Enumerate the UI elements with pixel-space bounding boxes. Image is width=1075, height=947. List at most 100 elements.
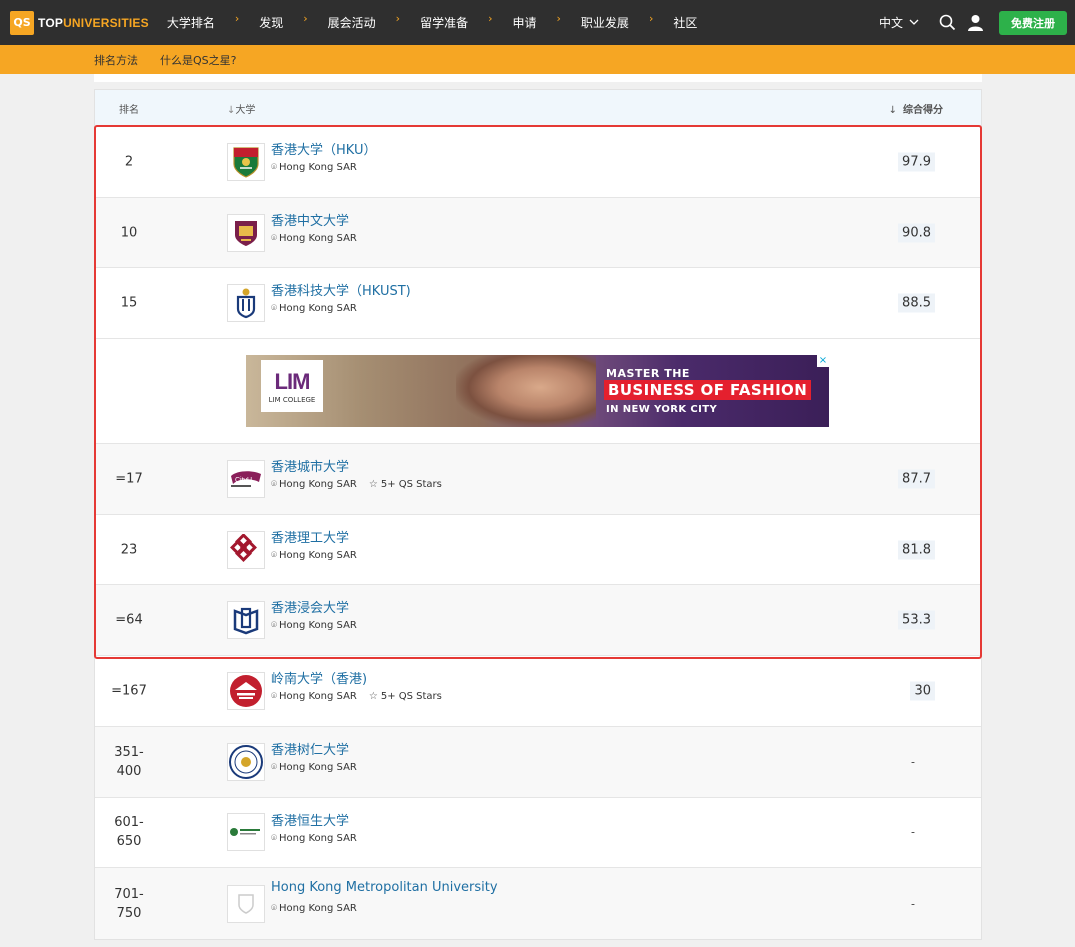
university-meta: ⌾ Hong Kong SAR ☆ 5+ QS Stars — [271, 691, 442, 702]
university-name-link[interactable]: 香港中文大学 — [271, 210, 349, 229]
advertisement-row: LIM LIM COLLEGE MASTER THE BUSINESS OF F… — [95, 339, 981, 445]
rank-value: 15 — [120, 295, 138, 311]
rank-value: 23 — [120, 542, 138, 558]
hku-crest-icon[interactable] — [227, 142, 265, 181]
polyu-logo-icon[interactable] — [227, 530, 265, 569]
table-header: 排名 ↓大学 ↓ 综合得分 — [95, 90, 981, 127]
signup-button[interactable]: 免费注册 — [999, 10, 1067, 35]
location-text: Hong Kong SAR — [279, 620, 357, 632]
location-pin-icon: ⌾ — [271, 620, 277, 632]
nav-item-prepare[interactable]: 留学准备 — [420, 14, 468, 31]
table-row[interactable]: =17 CityU 香港城市大学 ⌾ Hong Kong SAR ☆ 5+ QS … — [95, 444, 981, 515]
table-row[interactable]: 351- 400 香港树仁大学 ⌾ Hong Kong SAR - — [95, 726, 981, 798]
chevron-down-icon — [909, 17, 919, 28]
nav-item-community[interactable]: 社区 — [673, 14, 697, 31]
sort-arrow-icon: ↓ — [888, 104, 897, 116]
university-name-link[interactable]: 香港科技大学（HKUST) — [271, 280, 411, 299]
university-name-link[interactable]: 香港城市大学 — [271, 456, 349, 475]
location-pin-icon: ⌾ — [271, 549, 277, 561]
rank-value: =17 — [115, 471, 143, 487]
overall-score: 30 — [910, 681, 935, 701]
overall-score: 90.8 — [898, 223, 935, 243]
hksyu-seal-icon[interactable] — [227, 742, 265, 781]
overall-score: 88.5 — [898, 293, 935, 313]
university-meta: ⌾ Hong Kong SAR ☆ 5+ QS Stars — [271, 479, 442, 490]
location-text: Hong Kong SAR — [279, 903, 357, 915]
lingnan-logo-icon[interactable] — [227, 671, 265, 710]
rank-value: 601- 650 — [114, 815, 144, 850]
table-row[interactable]: 23 香港理工大学 ⌾ Hong Kong SAR 81.8 — [95, 515, 981, 586]
top-navigation-bar: QS TOPUNIVERSITIES 大学排名 › 发现 › 展会活动 › 留学… — [0, 0, 1075, 45]
overall-score: 53.3 — [898, 610, 935, 630]
overall-score: 87.7 — [898, 469, 935, 489]
score-column-header[interactable]: ↓ 综合得分 — [889, 101, 943, 116]
star-icon: ☆ — [368, 691, 378, 703]
location-text: Hong Kong SAR — [279, 162, 357, 173]
university-column-header[interactable]: ↓大学 — [227, 101, 255, 116]
university-name-link[interactable]: 香港大学（HKU） — [271, 139, 376, 158]
nav-item-apply[interactable]: 申请 — [513, 14, 537, 31]
location-pin-icon: ⌾ — [271, 832, 277, 844]
hkbu-logo-icon[interactable] — [227, 601, 265, 640]
content-top-strip — [94, 74, 982, 82]
university-name-link[interactable]: 香港理工大学 — [271, 527, 349, 546]
table-row[interactable]: =167 岭南大学（香港) ⌾ Hong Kong SAR ☆ 5+ QS Sta… — [95, 656, 981, 727]
rank-value: 10 — [120, 225, 138, 241]
ad-headline-1: MASTER THE — [606, 367, 690, 381]
hsuhk-logo-icon[interactable] — [227, 813, 265, 852]
university-name-link[interactable]: 香港恒生大学 — [271, 810, 349, 829]
university-name-link[interactable]: Hong Kong Metropolitan University — [271, 880, 498, 895]
location-pin-icon: ⌾ — [271, 761, 277, 773]
location-text: Hong Kong SAR — [279, 832, 357, 844]
overall-score: - — [911, 755, 915, 769]
nav-separator-icon: › — [234, 12, 240, 25]
subnav-qs-stars-link[interactable]: 什么是QS之星? — [160, 52, 236, 68]
university-meta: ⌾ Hong Kong SAR — [271, 620, 357, 631]
lim-college-logo: LIM LIM COLLEGE — [261, 360, 323, 413]
nav-separator-icon: › — [395, 12, 401, 25]
table-row[interactable]: 601- 650 香港恒生大学 ⌾ Hong Kong SAR - — [95, 798, 981, 869]
svg-text:CityU: CityU — [235, 477, 252, 484]
nav-item-events[interactable]: 展会活动 — [328, 14, 376, 31]
ad-close-icon[interactable]: × — [817, 355, 829, 368]
location-pin-icon: ⌾ — [271, 162, 277, 173]
university-name-link[interactable]: 香港树仁大学 — [271, 739, 349, 758]
table-row[interactable]: =64 香港浸会大学 ⌾ Hong Kong SAR 53.3 — [95, 585, 981, 657]
qs-stars-badge[interactable]: ☆ 5+ QS Stars — [369, 479, 442, 490]
rank-value: 351- 400 — [114, 744, 144, 779]
university-meta: ⌾ Hong Kong SAR — [271, 550, 357, 561]
nav-item-rankings[interactable]: 大学排名 — [167, 14, 215, 31]
rank-value: 2 — [124, 154, 134, 170]
language-label: 中文 — [878, 16, 903, 30]
cuhk-crest-icon[interactable] — [227, 213, 265, 252]
university-name-link[interactable]: 香港浸会大学 — [271, 597, 349, 616]
location-pin-icon: ⌾ — [271, 903, 277, 915]
location-pin-icon: ⌾ — [271, 479, 277, 491]
overall-score: - — [911, 897, 915, 911]
rank-value: 701- 750 — [114, 886, 144, 921]
language-selector[interactable]: 中文 — [879, 14, 919, 31]
cityu-logo-icon[interactable]: CityU — [227, 459, 265, 498]
table-row[interactable]: 701- 750 Hong Kong Metropolitan Universi… — [95, 868, 981, 939]
hkust-crest-icon[interactable] — [227, 284, 265, 323]
university-name-link[interactable]: 岭南大学（香港) — [271, 668, 367, 687]
placeholder-shield-icon[interactable] — [227, 884, 265, 923]
nav-item-discover[interactable]: 发现 — [259, 14, 283, 31]
search-icon[interactable] — [937, 13, 957, 33]
location-text: Hong Kong SAR — [279, 549, 357, 561]
nav-item-careers[interactable]: 职业发展 — [581, 14, 629, 31]
university-meta: ⌾ Hong Kong SAR — [271, 303, 357, 314]
location-text: Hong Kong SAR — [279, 761, 357, 773]
table-row[interactable]: 2 香港大学（HKU） ⌾ Hong Kong SAR 97.9 — [95, 127, 981, 198]
site-logo[interactable]: QS TOPUNIVERSITIES — [10, 10, 149, 35]
rank-column-header[interactable]: 排名 — [119, 101, 139, 116]
nav-separator-icon: › — [556, 12, 561, 25]
table-row[interactable]: 15 香港科技大学（HKUST) ⌾ Hong Kong SAR 88.5 — [95, 268, 981, 340]
subnav-methodology-link[interactable]: 排名方法 — [94, 52, 138, 68]
university-meta: ⌾ Hong Kong SAR — [271, 233, 357, 244]
user-icon[interactable] — [965, 13, 985, 33]
qs-logo-icon: QS — [10, 10, 34, 35]
qs-stars-badge[interactable]: ☆ 5+ QS Stars — [369, 691, 442, 702]
advertisement-banner[interactable]: LIM LIM COLLEGE MASTER THE BUSINESS OF F… — [246, 355, 829, 428]
table-row[interactable]: 10 香港中文大学 ⌾ Hong Kong SAR 90.8 — [95, 197, 981, 269]
